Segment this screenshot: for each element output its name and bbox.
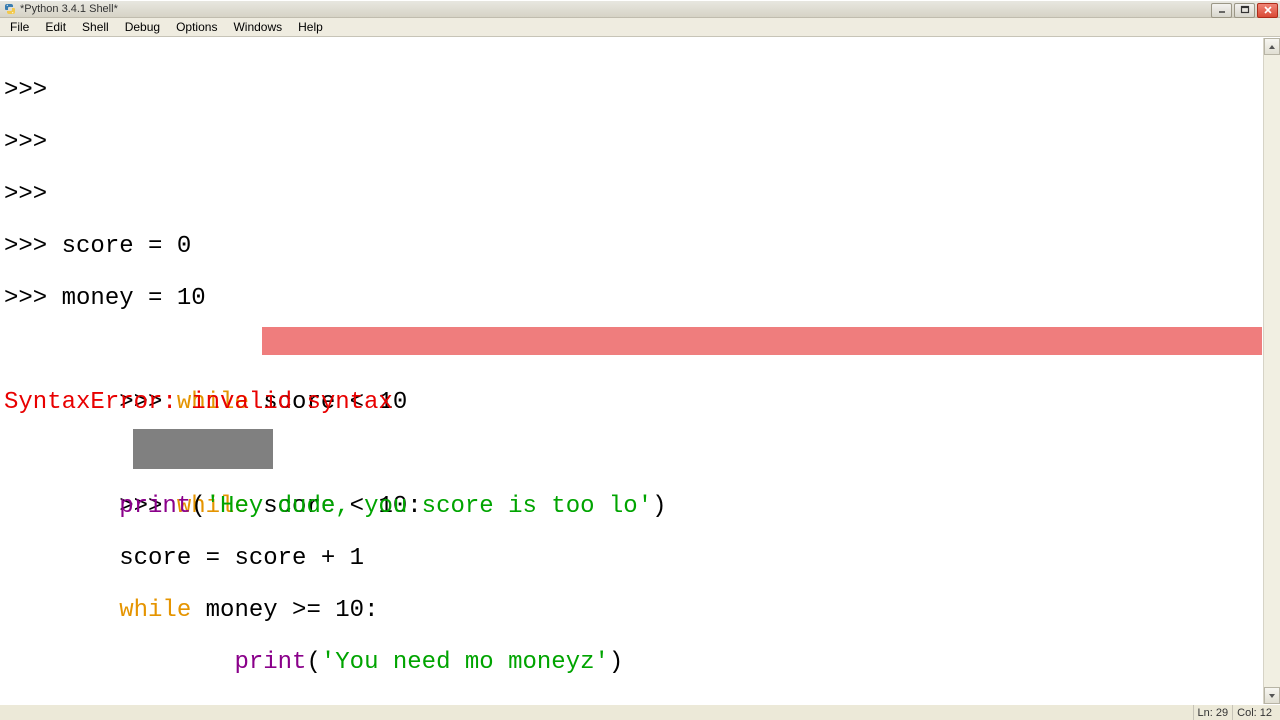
close-button[interactable]	[1257, 3, 1278, 18]
window-controls	[1211, 1, 1278, 19]
window: *Python 3.4.1 Shell* File Edit Shell Deb…	[0, 0, 1280, 720]
string-literal: 'You need mo moneyz'	[321, 649, 609, 676]
window-title: *Python 3.4.1 Shell*	[20, 3, 118, 15]
status-col: Col: 12	[1232, 705, 1276, 720]
string-literal: 'Hey dude, you score is too lo'	[206, 493, 652, 520]
paren: )	[609, 649, 623, 676]
prompt: >>>	[4, 233, 62, 260]
builtin-print: print	[234, 649, 306, 676]
minimize-button[interactable]	[1211, 3, 1232, 18]
indent	[4, 493, 119, 520]
indent	[4, 649, 234, 676]
python-icon	[3, 3, 16, 16]
code-editor[interactable]: >>> >>> >>> >>> >>> score = 0 >>> money …	[0, 38, 1263, 704]
scroll-up-button[interactable]	[1264, 38, 1280, 55]
selection-highlight	[133, 429, 273, 469]
paren: (	[306, 649, 320, 676]
indent	[4, 545, 119, 572]
scroll-track[interactable]	[1264, 55, 1280, 687]
error-message: SyntaxError: invalid syntax	[4, 389, 393, 416]
builtin-print: print	[119, 493, 191, 520]
prompt: >>>	[4, 129, 62, 156]
menu-edit[interactable]: Edit	[37, 19, 74, 35]
vertical-scrollbar[interactable]	[1263, 38, 1280, 704]
menu-windows[interactable]: Windows	[225, 19, 290, 35]
scroll-down-button[interactable]	[1264, 687, 1280, 704]
maximize-button[interactable]	[1234, 3, 1255, 18]
code-text: score = 0	[62, 233, 192, 260]
menu-file[interactable]: File	[2, 19, 37, 35]
menubar: File Edit Shell Debug Options Windows He…	[0, 18, 1280, 37]
paren: )	[652, 493, 666, 520]
statusbar: Ln: 29 Col: 12	[0, 704, 1280, 720]
prompt: >>>	[4, 38, 62, 39]
menu-options[interactable]: Options	[168, 19, 225, 35]
titlebar: *Python 3.4.1 Shell*	[0, 0, 1280, 18]
editor-area: >>> >>> >>> >>> >>> score = 0 >>> money …	[0, 37, 1280, 704]
prompt: >>>	[4, 285, 62, 312]
code-text: money >= 10:	[191, 597, 378, 624]
paren: (	[191, 493, 205, 520]
keyword-while: while	[119, 597, 191, 624]
code-text: money = 10	[62, 285, 206, 312]
status-line: Ln: 29	[1193, 705, 1233, 720]
prompt: >>>	[4, 181, 62, 208]
code-text: score = score + 1	[119, 545, 364, 572]
menu-debug[interactable]: Debug	[117, 19, 168, 35]
error-highlight	[262, 327, 1262, 355]
menu-shell[interactable]: Shell	[74, 19, 117, 35]
indent	[4, 597, 119, 624]
prompt: >>>	[4, 77, 62, 104]
menu-help[interactable]: Help	[290, 19, 331, 35]
